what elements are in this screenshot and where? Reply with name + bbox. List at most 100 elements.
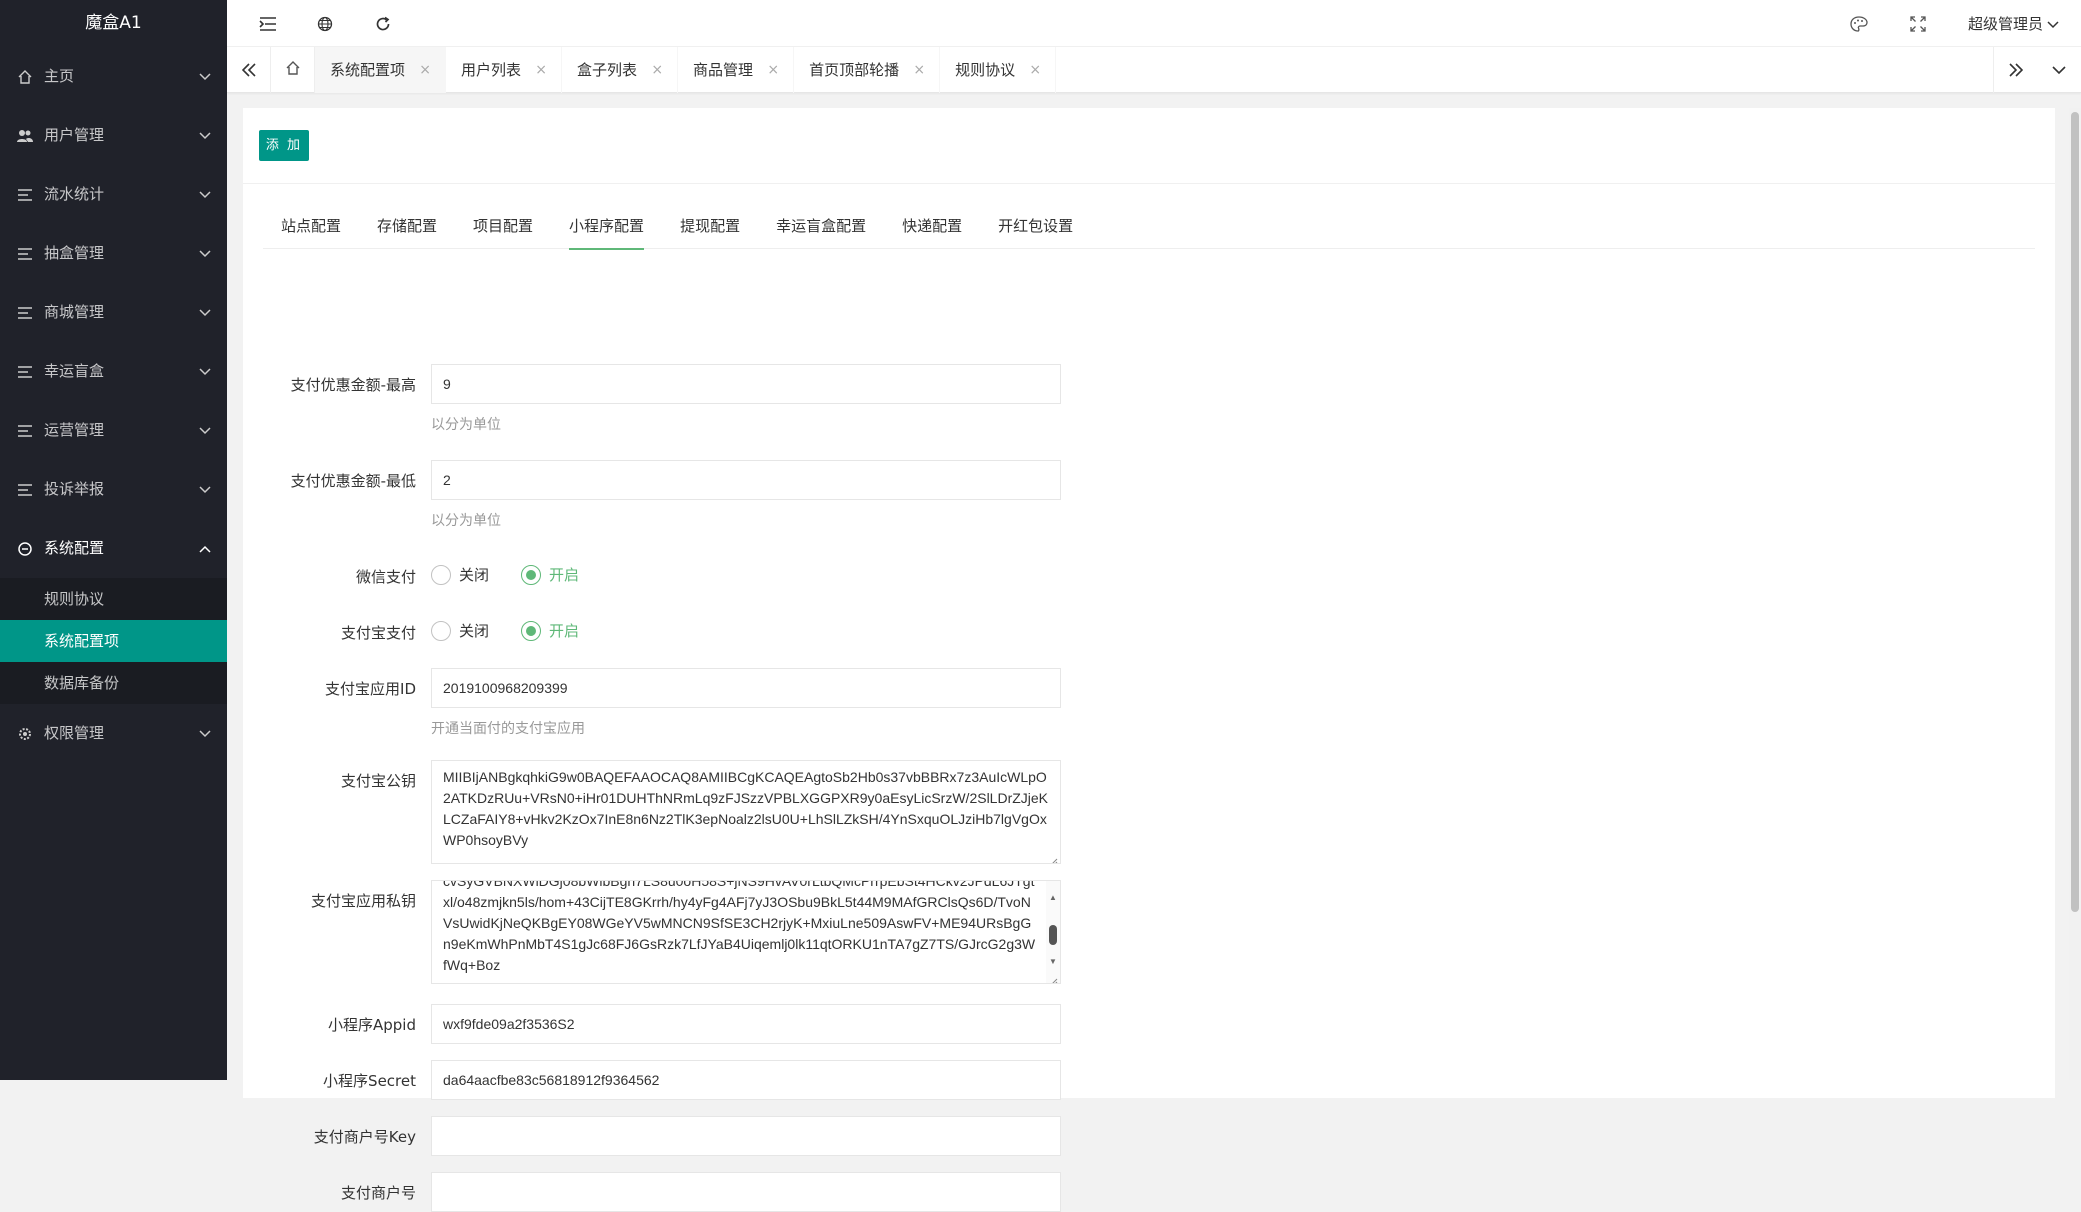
- alipay-on-radio[interactable]: [521, 620, 542, 641]
- tab-miniprogram-config[interactable]: 小程序配置: [551, 203, 662, 250]
- field-label: 支付优惠金额-最低: [290, 472, 416, 490]
- admin-label: 超级管理员: [1967, 15, 2043, 33]
- sidebar-item-label: 幸运盲盒: [44, 362, 105, 380]
- field-hint: 以分为单位: [431, 417, 501, 433]
- tab-label: 用户列表: [461, 61, 522, 79]
- sidebar-item-mall[interactable]: 商城管理: [0, 283, 227, 342]
- main-content: 添 加 站点配置 存储配置 项目配置 小程序配置 提现配置 幸运盲盒配置 快递配…: [243, 108, 2055, 1212]
- sidebar-subitem-rules[interactable]: 规则协议: [0, 578, 227, 620]
- alipay-private-key-textarea[interactable]: cvSyGVBNXWlDGj08bWlbBgn7LS8u0oH58S+jNS9H…: [431, 880, 1061, 984]
- field-label: 微信支付: [355, 568, 416, 586]
- wechat-pay-radio-group: 关闭 开启: [431, 564, 603, 585]
- sidebar-item-system-config[interactable]: 系统配置: [0, 519, 227, 578]
- tab-withdraw-config[interactable]: 提现配置: [662, 203, 758, 249]
- scroll-up-icon[interactable]: ▲: [1049, 887, 1057, 908]
- system-config-submenu: 规则协议 系统配置项 数据库备份: [0, 578, 227, 704]
- globe-icon[interactable]: [317, 0, 333, 47]
- admin-user-menu[interactable]: 超级管理员: [1968, 0, 2059, 47]
- radio-label: 开启: [549, 622, 580, 640]
- sidebar-subitem-system-config-items[interactable]: 系统配置项: [0, 620, 227, 662]
- alipay-radio-group: 关闭 开启: [431, 620, 603, 641]
- tab-user-list[interactable]: 用户列表 ×: [446, 47, 563, 93]
- discount-max-input[interactable]: 9: [431, 364, 1061, 404]
- list-icon: [16, 283, 34, 342]
- page-scrollbar-thumb[interactable]: [2071, 112, 2079, 912]
- sidebar-item-flow-stats[interactable]: 流水统计: [0, 165, 227, 224]
- page-scrollbar[interactable]: [2069, 108, 2081, 1080]
- tabs-menu-chevron-icon[interactable]: [2037, 47, 2081, 93]
- wechat-pay-off-radio[interactable]: [431, 564, 451, 585]
- tab-rules[interactable]: 规则协议 ×: [940, 47, 1057, 93]
- tab-project-config[interactable]: 项目配置: [455, 203, 551, 249]
- sidebar-item-label: 运营管理: [44, 421, 105, 439]
- users-icon: [16, 106, 34, 165]
- chevron-down-icon: [199, 165, 211, 224]
- tab-home-carousel[interactable]: 首页顶部轮播 ×: [794, 47, 941, 93]
- sidebar-item-home[interactable]: 主页: [0, 47, 227, 106]
- alipay-app-id-input[interactable]: 2019100968209399: [431, 668, 1061, 708]
- scrollbar-thumb[interactable]: [1049, 925, 1057, 945]
- sidebar-item-label: 投诉举报: [44, 480, 105, 498]
- sidebar-item-label: 流水统计: [44, 185, 105, 203]
- resize-handle-icon[interactable]: [1048, 851, 1058, 863]
- divider: [243, 183, 2055, 184]
- tabs-scroll-right-icon[interactable]: [1993, 47, 2037, 93]
- tab-red-packet-settings[interactable]: 开红包设置: [980, 203, 1091, 249]
- merchant-no-input[interactable]: [431, 1172, 1061, 1212]
- chevron-up-icon: [199, 519, 211, 578]
- home-tab[interactable]: [271, 47, 315, 93]
- field-label: 支付宝应用ID: [325, 680, 416, 698]
- discount-min-input[interactable]: 2: [431, 460, 1061, 500]
- add-button[interactable]: 添 加: [259, 130, 309, 161]
- close-icon[interactable]: ×: [651, 47, 663, 93]
- sidebar-item-lucky-box[interactable]: 幸运盲盒: [0, 342, 227, 401]
- tabs-scroll-left-icon[interactable]: [227, 47, 271, 93]
- tab-express-config[interactable]: 快递配置: [884, 203, 980, 249]
- field-label: 支付商户号: [340, 1184, 416, 1202]
- sidebar-item-permissions[interactable]: 权限管理: [0, 704, 227, 763]
- refresh-icon[interactable]: [375, 0, 391, 47]
- sidebar-item-label: 用户管理: [44, 126, 105, 144]
- sidebar-item-box-draw[interactable]: 抽盒管理: [0, 224, 227, 283]
- close-icon[interactable]: ×: [419, 47, 431, 93]
- sidebar: 魔盒A1 主页 用户管理 流水统计 抽盒管理 商城管理 幸运盲盒 运营管理 投诉…: [0, 0, 227, 1080]
- list-icon: [16, 224, 34, 283]
- chevron-down-icon: [199, 224, 211, 283]
- scroll-down-icon[interactable]: ▼: [1049, 951, 1057, 972]
- theme-palette-icon[interactable]: [1850, 0, 1868, 47]
- resize-handle-icon[interactable]: [1048, 971, 1058, 983]
- textarea-scrollbar[interactable]: ▲ ▼: [1046, 881, 1060, 983]
- tab-storage-config[interactable]: 存储配置: [359, 203, 455, 249]
- tab-lucky-box-config[interactable]: 幸运盲盒配置: [758, 203, 884, 249]
- tab-label: 规则协议: [955, 61, 1016, 79]
- field-label: 支付宝支付: [340, 624, 416, 642]
- tab-site-config[interactable]: 站点配置: [263, 203, 359, 249]
- tab-label: 首页顶部轮播: [809, 61, 900, 79]
- menu-fold-icon[interactable]: [259, 0, 277, 47]
- mp-appid-input[interactable]: wxf9fde09a2f3536S2: [431, 1004, 1061, 1044]
- sidebar-item-complaints[interactable]: 投诉举报: [0, 460, 227, 519]
- list-icon: [16, 401, 34, 460]
- field-hint: 开通当面付的支付宝应用: [431, 721, 585, 737]
- tab-system-config-items[interactable]: 系统配置项 ×: [315, 47, 447, 93]
- alipay-public-key-textarea[interactable]: MIIBIjANBgkqhkiG9w0BAQEFAAOCAQ8AMIIBCgKC…: [431, 760, 1061, 864]
- sidebar-item-label: 系统配置: [44, 539, 105, 557]
- sidebar-item-operations[interactable]: 运营管理: [0, 401, 227, 460]
- close-icon[interactable]: ×: [1029, 47, 1041, 93]
- merchant-key-input[interactable]: [431, 1116, 1061, 1156]
- mp-secret-input[interactable]: da64aacfbe83c56818912f9364562: [431, 1060, 1061, 1100]
- close-icon[interactable]: ×: [767, 47, 779, 93]
- sidebar-item-users[interactable]: 用户管理: [0, 106, 227, 165]
- home-icon: [16, 47, 34, 106]
- close-icon[interactable]: ×: [913, 47, 925, 93]
- alipay-off-radio[interactable]: [431, 620, 451, 641]
- chevron-down-icon: [2047, 15, 2059, 33]
- fullscreen-icon[interactable]: [1910, 0, 1926, 47]
- wechat-pay-on-radio[interactable]: [521, 564, 542, 585]
- chevron-down-icon: [199, 704, 211, 763]
- close-icon[interactable]: ×: [535, 47, 547, 93]
- tab-goods-management[interactable]: 商品管理 ×: [678, 47, 795, 93]
- tab-box-list[interactable]: 盒子列表 ×: [562, 47, 679, 93]
- radio-label: 关闭: [459, 622, 490, 640]
- sidebar-subitem-db-backup[interactable]: 数据库备份: [0, 662, 227, 704]
